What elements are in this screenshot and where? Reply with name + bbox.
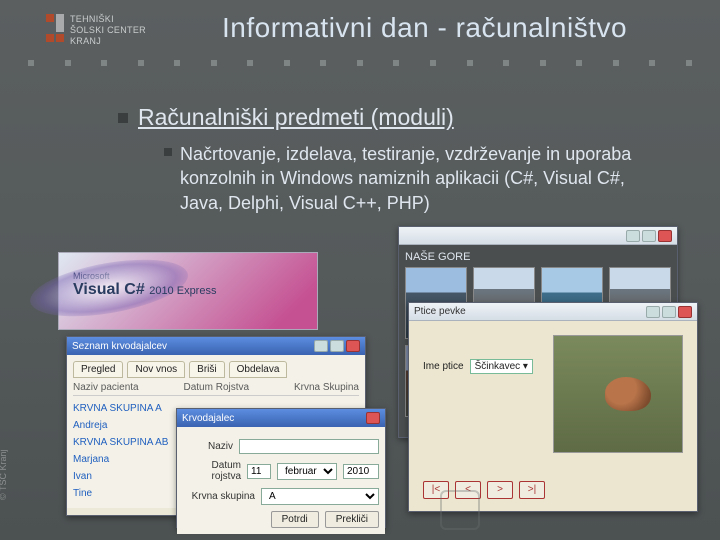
- bird-image: [553, 335, 683, 453]
- table-header: Naziv pacienta Datum Rojstva Krvna Skupi…: [73, 382, 359, 396]
- close-button[interactable]: [346, 340, 360, 352]
- page-title: Informativni dan - računalništvo: [222, 12, 627, 44]
- label-naziv: Naziv: [183, 441, 233, 452]
- bird-icon: [605, 377, 651, 411]
- close-button[interactable]: [658, 230, 672, 242]
- copyright: © TŠC Kranj: [0, 450, 8, 500]
- window-ptice: Ptice pevke Ime ptice Ščinkavec ▾ |< < >…: [408, 302, 698, 512]
- subheading-text: Računalniški predmeti (moduli): [138, 104, 454, 131]
- vs-name: Visual C#: [73, 281, 145, 298]
- maximize-button[interactable]: [662, 306, 676, 318]
- label-ime-ptice: Ime ptice: [423, 361, 464, 372]
- col-label: Datum Rojstva: [183, 382, 249, 393]
- label-skupina: Krvna skupina: [183, 491, 255, 502]
- nav-next-button[interactable]: >: [487, 481, 513, 499]
- logo: TEHNIŠKI ŠOLSKI CENTER KRANJ: [46, 14, 146, 46]
- titlebar[interactable]: Ptice pevke: [409, 303, 697, 321]
- bullet-icon: [164, 148, 172, 156]
- input-year[interactable]: [343, 464, 379, 479]
- body-text: Načrtovanje, izdelava, testiranje, vzdrž…: [180, 142, 644, 215]
- logo-mark: [46, 14, 64, 42]
- maximize-button[interactable]: [330, 340, 344, 352]
- cancel-button[interactable]: Prekliči: [325, 511, 379, 528]
- combo-ime-ptice[interactable]: Ščinkavec ▾: [470, 359, 533, 374]
- titlebar[interactable]: Seznam krvodajalcev: [67, 337, 365, 355]
- select-skupina[interactable]: A: [261, 488, 379, 505]
- titlebar[interactable]: [399, 227, 677, 245]
- label-datum: Datum rojstva: [183, 460, 241, 482]
- col-label: Krvna Skupina: [294, 382, 359, 393]
- close-button[interactable]: [678, 306, 692, 318]
- tab-novvnos[interactable]: Nov vnos: [127, 361, 185, 378]
- body-item: Načrtovanje, izdelava, testiranje, vzdrž…: [164, 142, 644, 215]
- col-label: Naziv pacienta: [73, 382, 139, 393]
- minimize-button[interactable]: [314, 340, 328, 352]
- tab-obdelava[interactable]: Obdelava: [229, 361, 288, 378]
- divider-dots: [0, 60, 720, 66]
- close-button[interactable]: [366, 412, 380, 424]
- input-day[interactable]: [247, 464, 271, 479]
- minimize-button[interactable]: [626, 230, 640, 242]
- maximize-button[interactable]: [642, 230, 656, 242]
- tab-brisi[interactable]: Briši: [189, 361, 224, 378]
- input-naziv[interactable]: [239, 439, 379, 454]
- gallery-heading: NAŠE GORE: [405, 251, 671, 263]
- window-title: Seznam krvodajalcev: [72, 341, 167, 352]
- window-krvodajalec: Krvodajalec Naziv Datum rojstva februar …: [176, 408, 386, 528]
- vs-splash: Microsoft Visual C# 2010 Express: [58, 252, 318, 330]
- watermark-icon: [440, 490, 480, 530]
- nav-last-button[interactable]: >|: [519, 481, 545, 499]
- select-month[interactable]: februar: [277, 463, 337, 480]
- subheading: Računalniški predmeti (moduli): [118, 104, 454, 131]
- window-title: Krvodajalec: [182, 413, 234, 424]
- window-title: Ptice pevke: [414, 306, 466, 317]
- logo-text: TEHNIŠKI ŠOLSKI CENTER KRANJ: [70, 14, 146, 46]
- confirm-button[interactable]: Potrdi: [271, 511, 319, 528]
- table-row[interactable]: Andreja: [73, 417, 107, 434]
- vs-edition: 2010 Express: [149, 285, 216, 297]
- titlebar[interactable]: Krvodajalec: [177, 409, 385, 427]
- minimize-button[interactable]: [646, 306, 660, 318]
- tab-pregled[interactable]: Pregled: [73, 361, 123, 378]
- bullet-icon: [118, 113, 128, 123]
